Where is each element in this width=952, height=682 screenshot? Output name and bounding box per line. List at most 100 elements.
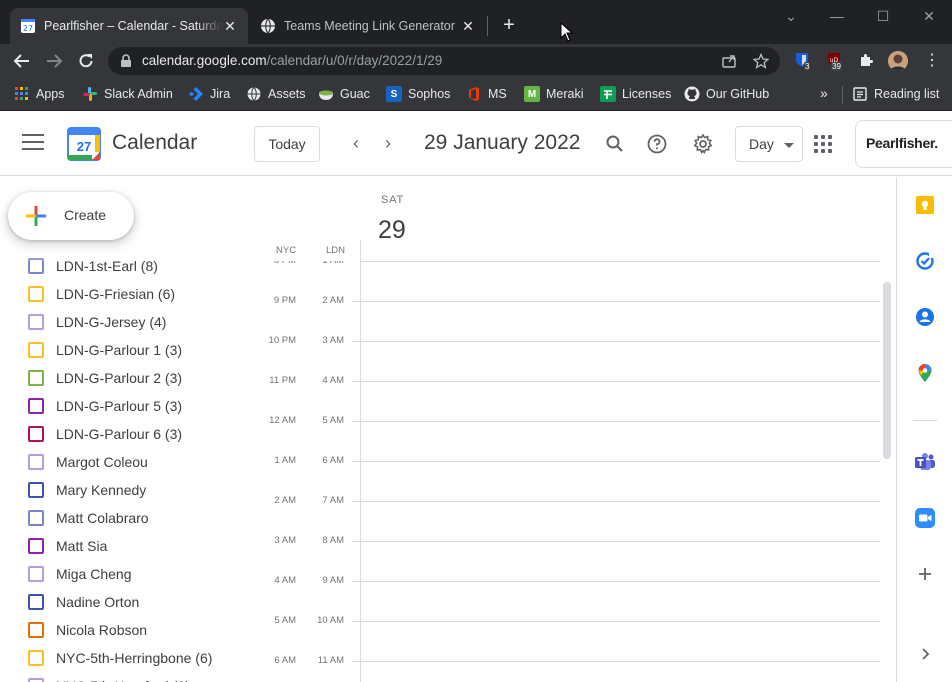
ublock-extension-icon[interactable]: uD 39 bbox=[826, 52, 844, 71]
bookmark-assets[interactable]: Assets bbox=[246, 84, 306, 104]
bookmark-licenses[interactable]: Licenses bbox=[600, 84, 671, 104]
tab-calendar[interactable]: 27 Pearlfisher – Calendar - Saturday, 29… bbox=[10, 8, 248, 44]
bookmark-jira[interactable]: Jira bbox=[188, 84, 230, 104]
keep-icon[interactable] bbox=[914, 194, 936, 216]
calendar-list-item[interactable]: LDN-G-Parlour 6 (3) bbox=[0, 420, 240, 448]
calendar-label: NYC-5th-Herringbone (6) bbox=[56, 650, 213, 666]
calendar-checkbox[interactable] bbox=[28, 314, 44, 330]
view-selector-dropdown[interactable]: Day bbox=[735, 126, 803, 162]
calendar-checkbox[interactable] bbox=[28, 342, 44, 358]
calendar-checkbox[interactable] bbox=[28, 398, 44, 414]
bookmark-meraki[interactable]: M Meraki bbox=[524, 84, 584, 104]
google-calendar-logo-icon[interactable]: 27 bbox=[67, 127, 101, 161]
grid-scrollbar[interactable] bbox=[883, 282, 891, 459]
minimize-icon[interactable]: — bbox=[826, 6, 848, 26]
calendar-list-item[interactable]: Nicola Robson bbox=[0, 616, 240, 644]
calendar-checkbox[interactable] bbox=[28, 426, 44, 442]
calendar-checkbox[interactable] bbox=[28, 678, 44, 682]
browser-menu-icon[interactable]: ⋮ bbox=[924, 51, 940, 71]
close-tab-icon[interactable]: ✕ bbox=[222, 18, 238, 35]
calendar-list-item[interactable]: LDN-G-Jersey (4) bbox=[0, 308, 240, 336]
share-icon[interactable] bbox=[720, 52, 738, 70]
hour-gridline bbox=[352, 501, 880, 502]
calendar-label: Nicola Robson bbox=[56, 622, 148, 638]
hour-gridline bbox=[352, 621, 880, 622]
calendar-checkbox[interactable] bbox=[28, 566, 44, 582]
main-menu-icon[interactable] bbox=[22, 134, 44, 154]
calendar-list-item[interactable]: Mary Kennedy bbox=[0, 476, 240, 504]
hour-gridline bbox=[352, 421, 880, 422]
maps-icon[interactable] bbox=[914, 362, 936, 384]
grid-divider bbox=[360, 240, 361, 682]
reload-icon[interactable] bbox=[74, 49, 98, 73]
add-icon[interactable] bbox=[914, 563, 936, 585]
bookmark-star-icon[interactable] bbox=[752, 52, 770, 70]
bitwarden-extension-icon[interactable]: 3 bbox=[794, 52, 812, 71]
search-icon[interactable] bbox=[603, 132, 627, 156]
calendar-list-item[interactable]: Matt Sia bbox=[0, 532, 240, 560]
settings-gear-icon[interactable] bbox=[691, 132, 715, 156]
calendar-checkbox[interactable] bbox=[28, 622, 44, 638]
next-day-chevron-icon[interactable]: › bbox=[378, 134, 398, 154]
google-apps-grid-icon[interactable] bbox=[814, 135, 832, 153]
teams-icon[interactable] bbox=[914, 451, 936, 473]
tab-teams-generator[interactable]: Teams Meeting Link Generator ✕ bbox=[250, 8, 486, 44]
tasks-icon[interactable] bbox=[914, 250, 936, 272]
calendar-checkbox[interactable] bbox=[28, 510, 44, 526]
extensions-puzzle-icon[interactable] bbox=[858, 52, 876, 70]
time-label-nyc: 11 PM bbox=[269, 375, 296, 386]
calendar-list-item[interactable]: LDN-G-Friesian (6) bbox=[0, 280, 240, 308]
calendar-list-item[interactable]: NYC-5th-Hereford (3) bbox=[0, 672, 240, 682]
back-arrow-icon[interactable] bbox=[10, 49, 34, 73]
bookmark-apps[interactable]: Apps bbox=[14, 84, 65, 104]
calendar-checkbox[interactable] bbox=[28, 286, 44, 302]
bookmark-label: Assets bbox=[268, 87, 306, 101]
close-tab-icon[interactable]: ✕ bbox=[460, 18, 476, 35]
reading-list-label: Reading list bbox=[874, 87, 940, 101]
today-button[interactable]: Today bbox=[254, 126, 320, 162]
previous-day-chevron-icon[interactable]: ‹ bbox=[346, 134, 366, 154]
bookmark-sophos[interactable]: S Sophos bbox=[386, 84, 450, 104]
profile-avatar[interactable] bbox=[888, 51, 908, 71]
bookmark-slack-admin[interactable]: Slack Admin bbox=[82, 84, 173, 104]
zoom-icon[interactable] bbox=[914, 507, 936, 529]
forward-arrow-icon[interactable] bbox=[42, 49, 66, 73]
calendar-checkbox[interactable] bbox=[28, 538, 44, 554]
create-button[interactable]: Create bbox=[8, 192, 134, 240]
create-label: Create bbox=[64, 207, 107, 223]
calendar-checkbox[interactable] bbox=[28, 650, 44, 666]
help-icon[interactable] bbox=[645, 132, 669, 156]
calendar-list-item[interactable]: Nadine Orton bbox=[0, 588, 240, 616]
calendar-checkbox[interactable] bbox=[28, 482, 44, 498]
new-tab-icon[interactable]: + bbox=[498, 15, 520, 37]
bookmark-ms[interactable]: MS bbox=[466, 84, 507, 104]
calendar-list-item[interactable]: LDN-G-Parlour 1 (3) bbox=[0, 336, 240, 364]
calendar-list-item[interactable]: Matt Colabraro bbox=[0, 504, 240, 532]
tab-search-chevron-icon[interactable]: ⌄ bbox=[780, 6, 802, 26]
calendar-list: LDN-1st-Earl (8) LDN-G-Friesian (6) LDN-G-… bbox=[0, 252, 240, 682]
url-host: calendar.google.com bbox=[142, 53, 267, 68]
calendar-label: LDN-G-Friesian (6) bbox=[56, 286, 176, 302]
calendar-list-item[interactable]: NYC-5th-Herringbone (6) bbox=[0, 644, 240, 672]
bookmark-guac[interactable]: Guac bbox=[318, 84, 370, 104]
time-label-nyc: 2 AM bbox=[274, 495, 296, 506]
calendar-list-item[interactable]: LDN-G-Parlour 5 (3) bbox=[0, 392, 240, 420]
day-number[interactable]: 29 bbox=[378, 216, 406, 245]
dropdown-caret-icon bbox=[784, 143, 794, 148]
calendar-list-item[interactable]: LDN-G-Parlour 2 (3) bbox=[0, 364, 240, 392]
bookmark-our-github[interactable]: Our GitHub bbox=[684, 84, 769, 104]
chevron-right-icon[interactable] bbox=[914, 643, 936, 665]
sophos-icon: S bbox=[386, 86, 402, 102]
close-window-icon[interactable]: ✕ bbox=[918, 6, 940, 26]
more-bookmarks-icon[interactable]: » bbox=[820, 85, 828, 101]
calendar-checkbox[interactable] bbox=[28, 594, 44, 610]
organization-account-button[interactable]: Pearlfisher. bbox=[855, 120, 952, 168]
calendar-checkbox[interactable] bbox=[28, 454, 44, 470]
calendar-list-item[interactable]: Miga Cheng bbox=[0, 560, 240, 588]
maximize-icon[interactable]: ☐ bbox=[872, 6, 894, 26]
reading-list-button[interactable]: Reading list bbox=[852, 84, 939, 104]
address-bar[interactable]: calendar.google.com/calendar/u/0/r/day/2… bbox=[108, 47, 780, 75]
calendar-checkbox[interactable] bbox=[28, 370, 44, 386]
contacts-icon[interactable] bbox=[914, 306, 936, 328]
calendar-list-item[interactable]: Margot Coleou bbox=[0, 448, 240, 476]
